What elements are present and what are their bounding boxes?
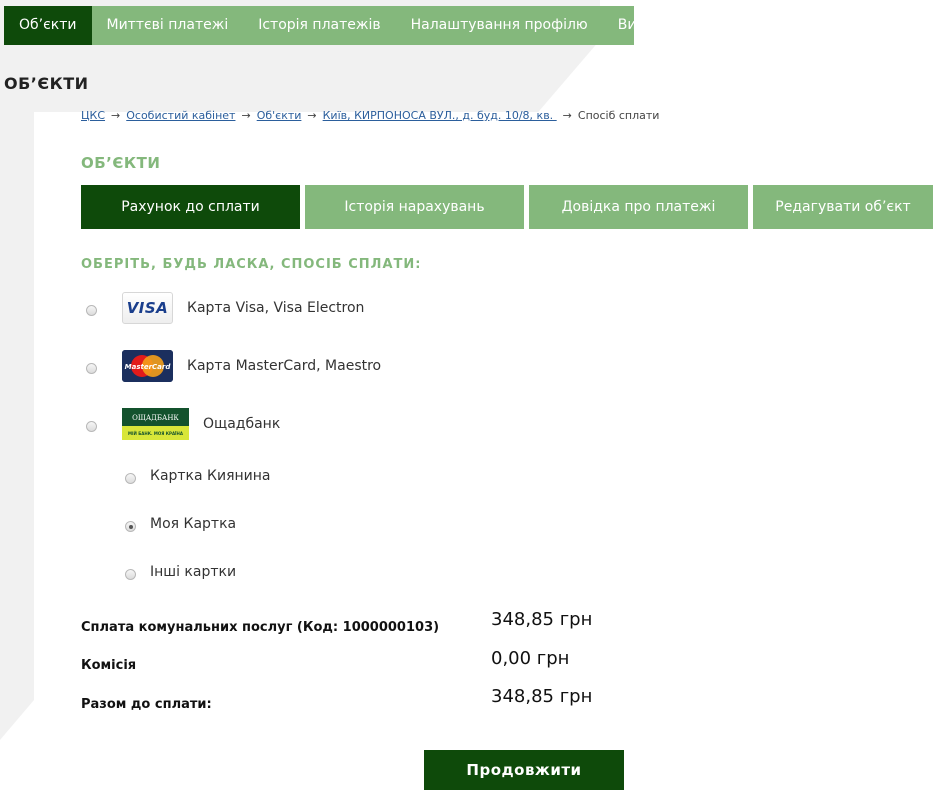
option-label-visa: Карта Visa, Visa Electron <box>187 300 365 316</box>
option-label-oschadbank: Ощадбанк <box>203 416 281 432</box>
visa-logo: VISA <box>122 292 173 324</box>
breadcrumb-link-objects[interactable]: Об'єкти <box>257 109 302 122</box>
total-label: Разом до сплати: <box>81 697 212 712</box>
fee-amount: 0,00 грн <box>491 648 570 669</box>
option-label-kyianyn-card: Картка Киянина <box>150 468 271 484</box>
breadcrumb-link-cabinet[interactable]: Особистий кабінет <box>126 109 235 122</box>
breadcrumb-separator: → <box>307 109 317 122</box>
breadcrumb-link-cks[interactable]: ЦКС <box>81 109 105 122</box>
option-label-mastercard: Карта MasterCard, Maestro <box>187 358 382 374</box>
breadcrumb-link-address[interactable]: Київ, КИРПОНОСА ВУЛ., д. буд. 10/8, кв. <box>323 109 557 122</box>
top-navigation: Об’єкти Миттєві платежі Історія платежів… <box>4 6 658 45</box>
oschadbank-logo-slogan: МІЙ БАНК. МОЯ КРАЇНА <box>128 431 184 436</box>
service-amount: 348,85 грн <box>491 609 593 630</box>
radio-mastercard[interactable] <box>86 363 97 374</box>
page-title: ОБ’ЄКТИ <box>4 74 89 93</box>
section-title: ОБ’ЄКТИ <box>81 154 161 172</box>
breadcrumb-current: Спосіб сплати <box>577 109 660 122</box>
service-label: Сплата комунальних послуг (Код: 10000001… <box>81 620 440 635</box>
breadcrumb-separator: → <box>111 109 121 122</box>
visa-logo-text: VISA <box>126 299 169 317</box>
radio-oschadbank[interactable] <box>86 421 97 432</box>
tab-edit-object[interactable]: Редагувати об’єкт <box>753 185 933 229</box>
oschadbank-logo-text: ОЩАДБАНК <box>132 414 179 422</box>
radio-my-card[interactable] <box>125 521 136 532</box>
breadcrumb-separator: → <box>562 109 572 122</box>
radio-visa[interactable] <box>86 305 97 316</box>
oschadbank-logo: ОЩАДБАНК МІЙ БАНК. МОЯ КРАЇНА <box>122 408 189 440</box>
nav-item-instant-payments[interactable]: Миттєві платежі <box>92 6 244 45</box>
choose-method-title: ОБЕРІТЬ, БУДЬ ЛАСКА, СПОСІБ СПЛАТИ: <box>81 257 422 272</box>
nav-item-payment-history[interactable]: Історія платежів <box>243 6 395 45</box>
breadcrumb-separator: → <box>241 109 251 122</box>
nav-item-profile-settings[interactable]: Налаштування профілю <box>396 6 603 45</box>
tab-charges-history[interactable]: Історія нарахувань <box>305 185 524 229</box>
continue-button[interactable]: Продовжити <box>424 750 624 790</box>
fee-label: Комісія <box>81 658 137 673</box>
tabs: Рахунок до сплати Історія нарахувань Дов… <box>81 185 933 229</box>
total-amount: 348,85 грн <box>491 686 593 707</box>
option-label-my-card: Моя Картка <box>150 516 237 532</box>
option-label-other-cards: Інші картки <box>150 564 237 580</box>
nav-item-objects[interactable]: Об’єкти <box>4 6 92 45</box>
mastercard-logo: MasterCard <box>122 350 173 382</box>
breadcrumb: ЦКС → Особистий кабінет → Об'єкти → Київ, КИРП… <box>81 109 659 123</box>
radio-kyianyn-card[interactable] <box>125 473 136 484</box>
nav-item-logout[interactable]: Вихід <box>603 6 674 45</box>
radio-other-cards[interactable] <box>125 569 136 580</box>
mastercard-logo-text: MasterCard <box>125 363 172 371</box>
tab-payments-info[interactable]: Довідка про платежі <box>529 185 748 229</box>
tab-bill[interactable]: Рахунок до сплати <box>81 185 300 229</box>
